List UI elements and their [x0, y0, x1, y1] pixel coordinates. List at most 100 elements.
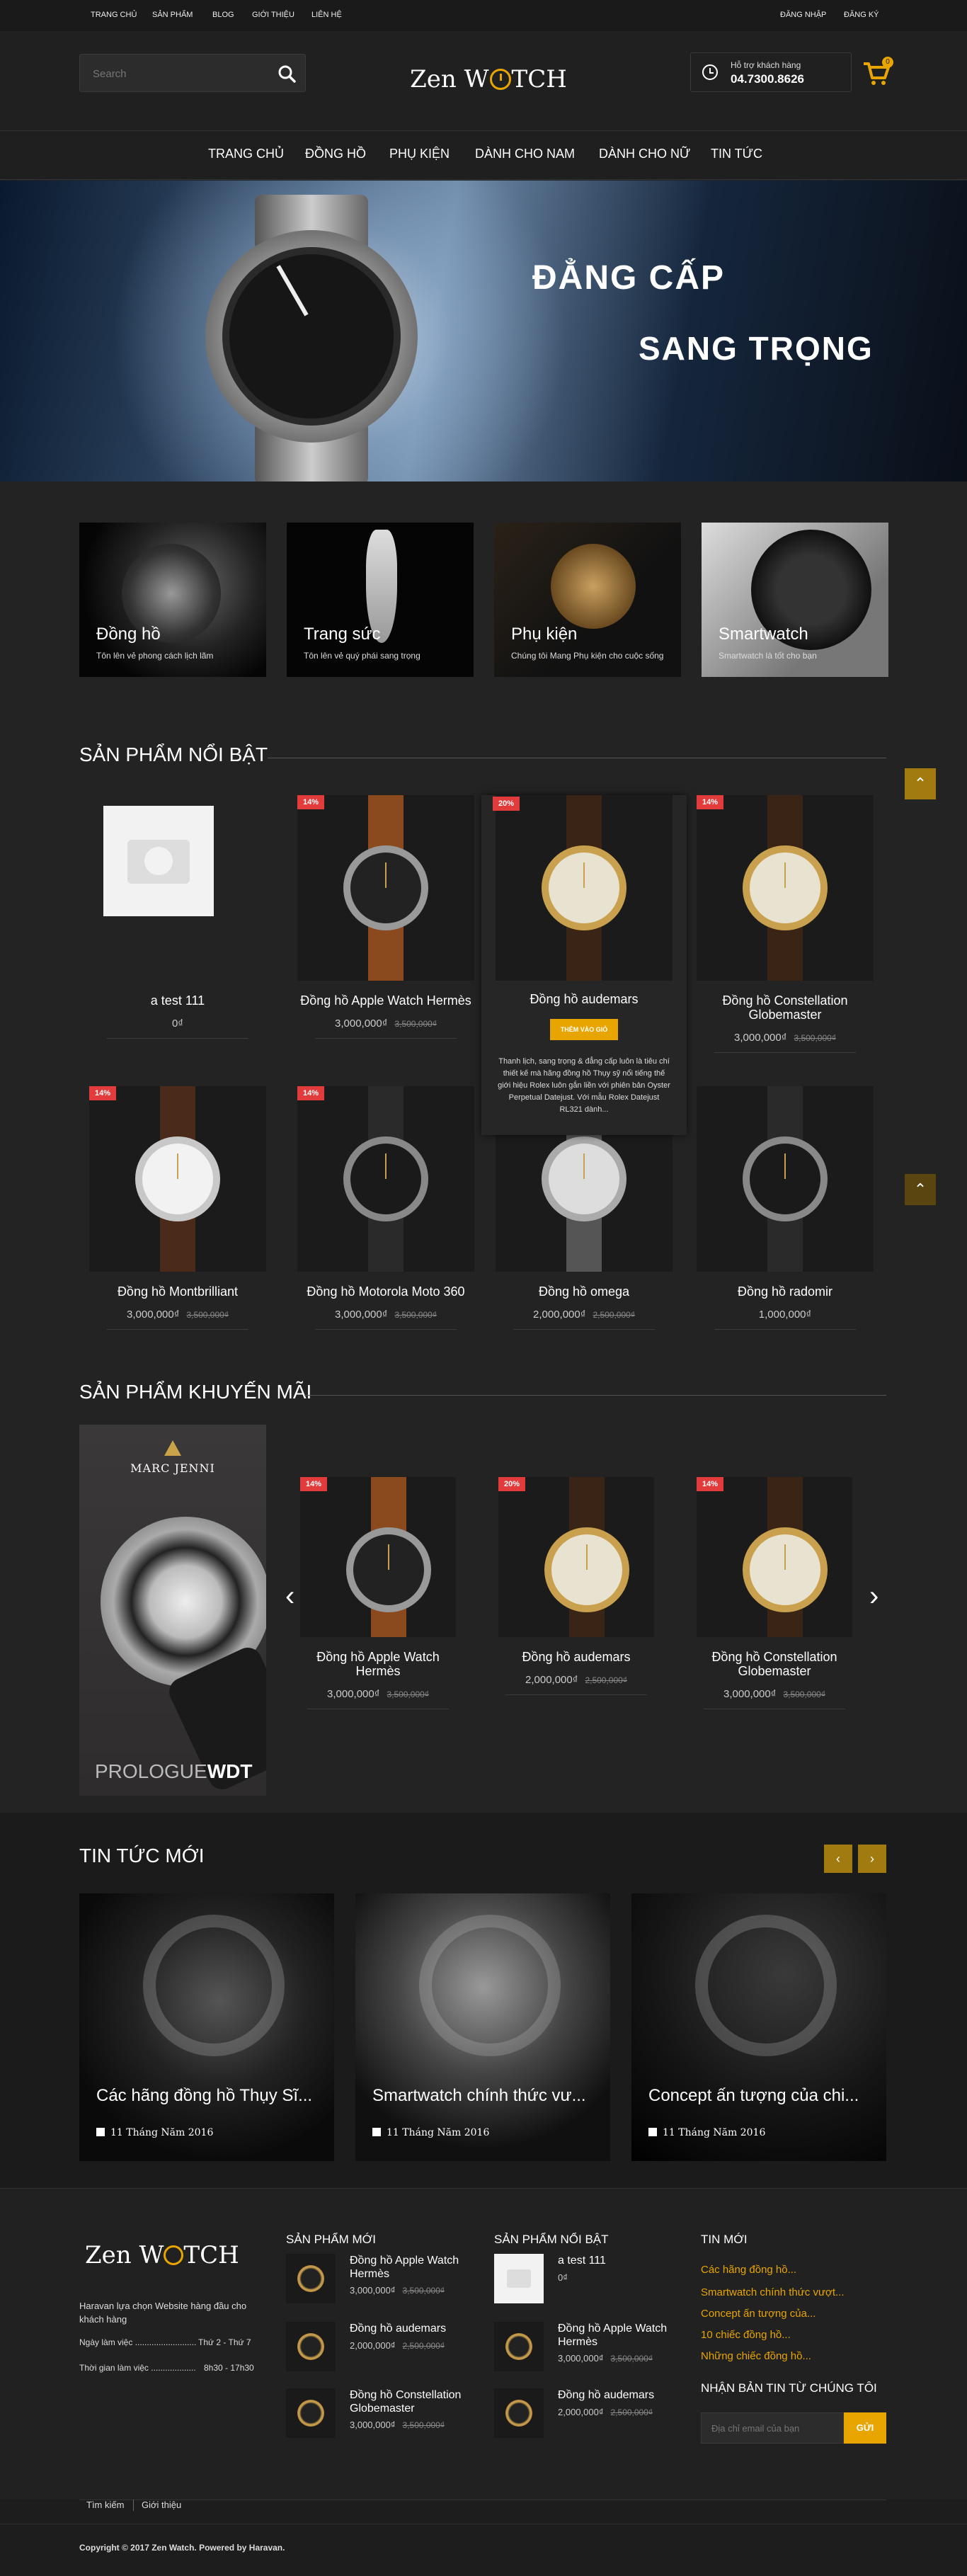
newsletter-send-button[interactable]: GỬI [844, 2412, 886, 2444]
scroll-top-button[interactable]: ⌃ [905, 768, 936, 799]
news-card[interactable]: Smartwatch chính thức vư... 11 Tháng Năm … [355, 1893, 610, 2161]
bottom-link-search[interactable]: Tìm kiếm [86, 2500, 124, 2510]
top-link-about[interactable]: GIỚI THIỆU [252, 11, 294, 19]
news-card[interactable]: Concept ấn tượng của chi... 11 Tháng Năm … [631, 1893, 886, 2161]
site-logo[interactable]: Zen W TCH [396, 59, 580, 99]
scroll-top-button-faded[interactable]: ⌃ [905, 1174, 936, 1205]
footer-product-price-row: 2,000,000₫ 2,500,000₫ [350, 2340, 445, 2351]
product-name[interactable]: Đồng hồ Constellation Globemaster [697, 1650, 852, 1678]
footer-news-link[interactable]: 10 chiếc đồng hồ... [701, 2329, 791, 2341]
product-name[interactable]: Đồng hồ audemars [498, 1650, 654, 1664]
hero-banner[interactable]: ĐẲNG CẤP SANG TRỌNG [0, 181, 967, 481]
top-link-home[interactable]: TRANG CHỦ [91, 11, 137, 19]
calendar-icon [372, 2128, 381, 2136]
product-name[interactable]: Đồng hồ Motorola Moto 360 [297, 1284, 474, 1299]
news-next-button[interactable]: › [858, 1845, 886, 1873]
footer-product-name[interactable]: Đồng hồ Constellation Globemaster [350, 2388, 470, 2415]
hero-line1: ĐẲNG CẤP [532, 259, 726, 297]
footer-product-item[interactable]: a test 111 0₫ [494, 2254, 678, 2318]
product-image-frame[interactable]: 14% [89, 1086, 266, 1272]
footer-product-item[interactable]: Đồng hồ Apple Watch Hermès 3,000,000₫ 3,50… [494, 2322, 678, 2386]
product-image-frame[interactable]: 14% [297, 1086, 474, 1272]
footer-product-name[interactable]: Đồng hồ audemars [558, 2388, 678, 2402]
nav-watches[interactable]: ĐỒNG HỒ [305, 147, 366, 161]
category-smartwatch[interactable]: Smartwatch Smartwatch là tốt cho bạn [702, 523, 888, 677]
product-card[interactable]: 14% Đồng hồ Apple Watch Hermès 3,000,000₫ 3… [297, 795, 474, 1039]
search-input[interactable] [93, 64, 263, 83]
product-card[interactable]: 14% Đồng hồ Montbrilliant 3,000,000₫ 3,500,… [89, 1086, 266, 1330]
top-link-contact[interactable]: LIÊN HỆ [311, 11, 342, 19]
product-card[interactable]: Đồng hồ radomir 1,000,000₫ [697, 1086, 874, 1330]
news-prev-button[interactable]: ‹ [824, 1845, 852, 1873]
footer-product-name[interactable]: Đồng hồ Apple Watch Hermès [558, 2322, 678, 2349]
logo-watch-icon [489, 69, 511, 90]
promo-banner[interactable]: MARC JENNI PROLOGUEWDT [79, 1425, 266, 1796]
product-image [297, 1086, 474, 1272]
nav-home[interactable]: TRANG CHỦ [208, 147, 284, 161]
product-divider [505, 1694, 647, 1695]
product-image-frame[interactable]: 14% [697, 1477, 852, 1637]
footer-product-name[interactable]: a test 111 [558, 2254, 678, 2267]
add-to-cart-button[interactable]: THÊM VÀO GIỎ [550, 1019, 618, 1040]
product-image-frame[interactable]: 14% [697, 795, 874, 981]
product-card[interactable]: a test 111 0₫ [89, 795, 266, 1039]
product-image-frame[interactable]: 20% [498, 1477, 654, 1637]
nav-women[interactable]: DÀNH CHO NỮ [599, 147, 690, 161]
footer-product-old-price: 2,500,000₫ [610, 2407, 653, 2417]
footer-news-link[interactable]: Smartwatch chính thức vượt... [701, 2286, 845, 2298]
product-card[interactable]: 14% Đồng hồ Constellation Globemaster 3,00… [697, 795, 874, 1053]
top-link-products[interactable]: SẢN PHẨM [152, 11, 193, 19]
footer-product-item[interactable]: Đồng hồ audemars 2,000,000₫ 2,500,000₫ [494, 2388, 678, 2452]
search-box [79, 54, 306, 92]
nav-accessories[interactable]: PHỤ KIỆN [389, 147, 450, 161]
carousel-prev-arrow[interactable]: ‹ [285, 1580, 294, 1612]
product-card[interactable]: 14% Đồng hồ Constellation Globemaster 3,00… [697, 1477, 852, 1709]
footer-product-item[interactable]: Đồng hồ Constellation Globemaster 3,000,0… [286, 2388, 470, 2452]
footer-logo[interactable]: Zen W TCH [85, 2241, 239, 2269]
product-price-row: 3,000,000₫ 3,500,000₫ [297, 1018, 474, 1030]
category-watches[interactable]: Đồng hồ Tôn lên vẻ phong cách lịch lãm [79, 523, 266, 677]
newsletter-email-input[interactable] [701, 2412, 844, 2444]
news-card-title[interactable]: Smartwatch chính thức vư... [372, 2086, 599, 2106]
footer-product-name[interactable]: Đồng hồ audemars [350, 2322, 470, 2335]
product-name[interactable]: Đồng hồ radomir [697, 1284, 874, 1299]
category-jewelry[interactable]: Trang sức Tôn lên vẻ quý phái sang trọng [287, 523, 474, 677]
product-image-frame[interactable]: 14% [300, 1477, 456, 1637]
category-accessories[interactable]: Phụ kiện Chúng tôi Mang Phụ kiện cho cuộ… [494, 523, 681, 677]
footer-product-item[interactable]: Đồng hồ Apple Watch Hermès 3,000,000₫ 3,50… [286, 2254, 470, 2318]
news-card[interactable]: Các hãng đồng hồ Thụy Sĩ... 11 Tháng Năm … [79, 1893, 334, 2161]
product-name[interactable]: Đồng hồ omega [496, 1284, 673, 1299]
footer-news-link[interactable]: Những chiếc đồng hồ... [701, 2350, 811, 2362]
hover-product-name[interactable]: Đồng hồ audemars [481, 992, 687, 1007]
product-card[interactable]: 14% Đồng hồ Motorola Moto 360 3,000,000₫ 3,… [297, 1086, 474, 1330]
cart-button[interactable]: 0 [862, 57, 896, 86]
nav-men[interactable]: DÀNH CHO NAM [475, 147, 575, 161]
product-name[interactable]: Đồng hồ Apple Watch Hermès [300, 1650, 456, 1678]
register-link[interactable]: ĐĂNG KÝ [844, 11, 879, 19]
product-card[interactable]: 20% Đồng hồ audemars 2,000,000₫ 2,500,000₫ [498, 1477, 654, 1695]
footer-product-name[interactable]: Đồng hồ Apple Watch Hermès [350, 2254, 470, 2281]
footer-news-link[interactable]: Các hãng đồng hồ... [701, 2264, 796, 2276]
login-link[interactable]: ĐĂNG NHẬP [780, 11, 826, 19]
news-card-title[interactable]: Concept ấn tượng của chi... [648, 2086, 875, 2106]
product-image-frame[interactable]: 14% [297, 795, 474, 981]
product-name[interactable]: a test 111 [89, 993, 266, 1008]
bottom-link-separator [133, 2500, 134, 2511]
bottom-link-about[interactable]: Giới thiệu [142, 2500, 181, 2510]
top-link-blog[interactable]: BLOG [212, 11, 234, 19]
footer-news-link[interactable]: Concept ấn tượng của... [701, 2308, 816, 2320]
news-card-title[interactable]: Các hãng đồng hồ Thụy Sĩ... [96, 2086, 323, 2106]
carousel-next-arrow[interactable]: › [869, 1580, 879, 1612]
product-name[interactable]: Đồng hồ Montbrilliant [89, 1284, 266, 1299]
image-placeholder-icon [103, 806, 214, 916]
footer-product-item[interactable]: Đồng hồ audemars 2,000,000₫ 2,500,000₫ [286, 2322, 470, 2386]
product-name[interactable]: Đồng hồ Apple Watch Hermès [297, 993, 474, 1008]
bottom-bar: Tìm kiếm Giới thiệu Copyright © 2017 Zen… [0, 2500, 967, 2576]
product-image-frame[interactable] [89, 795, 266, 981]
search-icon[interactable] [277, 64, 297, 84]
nav-news[interactable]: TIN TỨC [711, 147, 762, 161]
product-name[interactable]: Đồng hồ Constellation Globemaster [697, 993, 874, 1022]
product-image-frame[interactable] [697, 1086, 874, 1272]
product-card[interactable]: 14% Đồng hồ Apple Watch Hermès 3,000,000₫ 3… [300, 1477, 456, 1709]
support-phone[interactable]: 04.7300.8626 [731, 72, 804, 86]
